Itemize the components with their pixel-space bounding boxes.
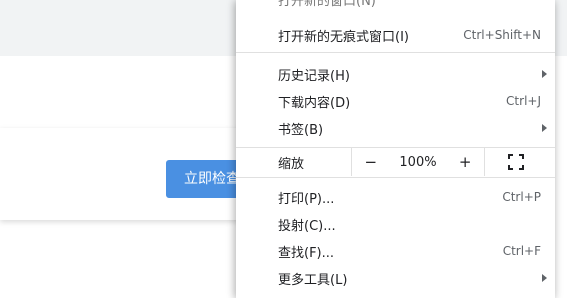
menu-item-label: 打开新的窗口(N)	[278, 0, 376, 9]
zoom-out-button[interactable]: −	[362, 153, 380, 171]
menu-item-shortcut: Ctrl+F	[502, 244, 541, 258]
fullscreen-icon[interactable]	[508, 154, 524, 170]
menu-item-label: 打开新的无痕式窗口(I)	[278, 29, 409, 45]
submenu-arrow-icon	[542, 274, 547, 282]
menu-item-print[interactable]: 打印(P)... Ctrl+P	[236, 184, 555, 210]
menu-item-label: 下载内容(D)	[278, 95, 351, 111]
menu-item-downloads[interactable]: 下载内容(D) Ctrl+J	[236, 88, 555, 114]
menu-item-label: 历史记录(H)	[278, 68, 350, 84]
menu-item-bookmarks[interactable]: 书签(B)	[236, 115, 555, 141]
zoom-level: 100%	[399, 154, 437, 170]
menu-item-more-tools[interactable]: 更多工具(L)	[236, 265, 555, 291]
menu-item-label: 打印(P)...	[278, 191, 335, 207]
menu-item-label: 投射(C)...	[278, 218, 336, 234]
menu-separator	[236, 52, 555, 53]
menu-item-label: 查找(F)...	[278, 245, 335, 261]
menu-item-shortcut: Ctrl+P	[502, 190, 541, 204]
menu-item-find[interactable]: 查找(F)... Ctrl+F	[236, 238, 555, 264]
menu-item-label: 书签(B)	[278, 122, 324, 138]
menu-separator	[236, 177, 555, 178]
menu-item-new-window[interactable]: 打开新的窗口(N)	[236, 0, 555, 12]
zoom-in-button[interactable]: +	[456, 153, 474, 171]
menu-item-history[interactable]: 历史记录(H)	[236, 61, 555, 87]
zoom-box: − 100% +	[351, 148, 485, 176]
menu-item-shortcut: Ctrl+Shift+N	[463, 28, 541, 42]
menu-item-cast[interactable]: 投射(C)...	[236, 211, 555, 237]
menu-item-shortcut: Ctrl+J	[506, 94, 541, 108]
submenu-arrow-icon	[542, 124, 547, 132]
menu-item-label: 更多工具(L)	[278, 272, 348, 288]
zoom-label: 缩放	[278, 156, 305, 172]
zoom-control: 缩放 − 100% +	[236, 148, 555, 176]
submenu-arrow-icon	[542, 70, 547, 78]
menu-item-new-incognito-window[interactable]: 打开新的无痕式窗口(I) Ctrl+Shift+N	[236, 22, 555, 48]
browser-main-menu: 打开新的窗口(N) 打开新的无痕式窗口(I) Ctrl+Shift+N 历史记录…	[236, 0, 555, 298]
